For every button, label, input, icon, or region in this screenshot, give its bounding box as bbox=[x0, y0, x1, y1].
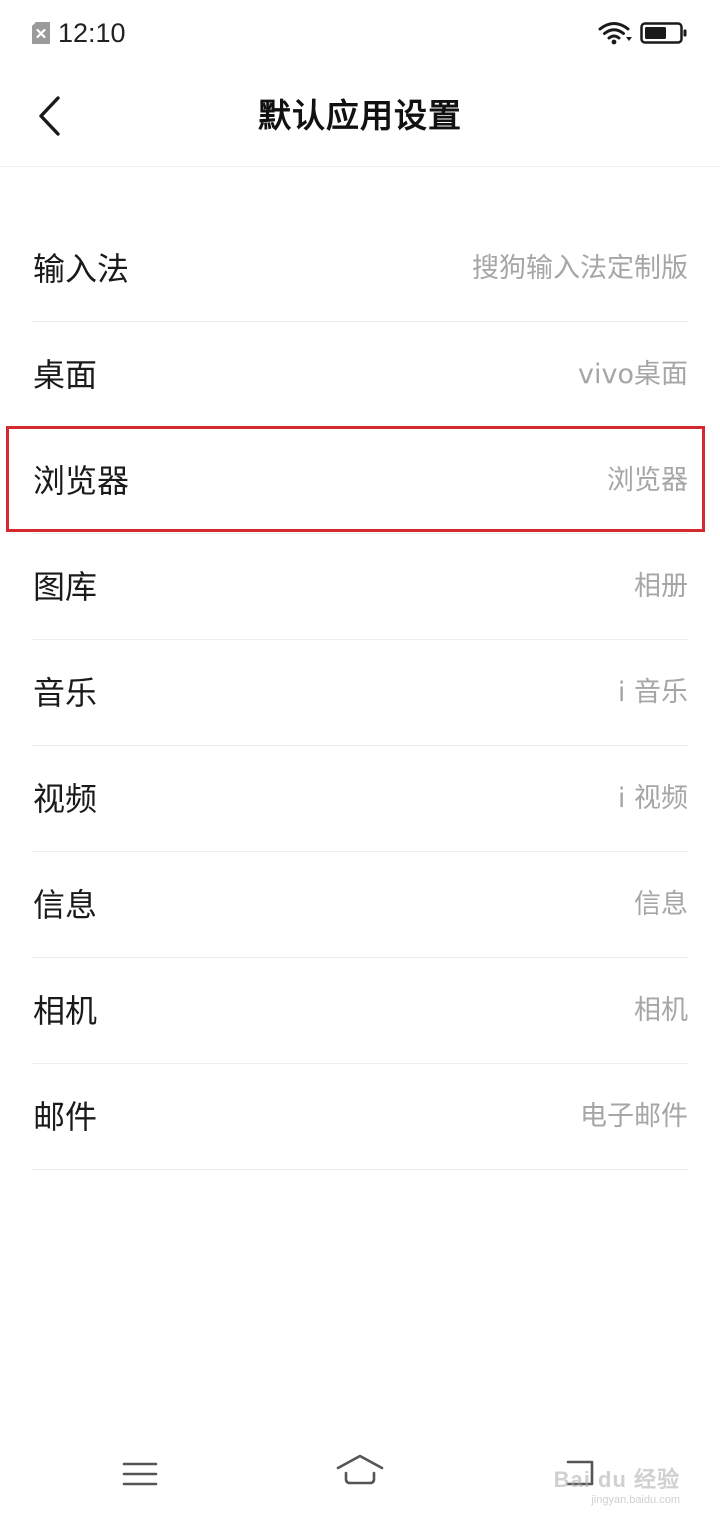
setting-row-video[interactable]: 视频 i 视频 bbox=[0, 746, 720, 852]
setting-value: 电子邮件 bbox=[580, 1101, 688, 1132]
setting-row-browser[interactable]: 浏览器 浏览器 bbox=[0, 428, 720, 534]
nav-home-button[interactable] bbox=[334, 1448, 386, 1492]
sim-card-icon bbox=[32, 22, 50, 44]
setting-row-messages[interactable]: 信息 信息 bbox=[0, 852, 720, 958]
setting-value: 搜狗输入法定制版 bbox=[472, 253, 688, 284]
setting-row-gallery[interactable]: 图库 相册 bbox=[0, 534, 720, 640]
nav-bar: Bai du 经验 jingyan.baidu.com bbox=[0, 1430, 720, 1520]
setting-label: 图库 bbox=[33, 568, 98, 606]
setting-label: 邮件 bbox=[33, 1098, 98, 1136]
setting-row-launcher[interactable]: 桌面 vivo桌面 bbox=[0, 322, 720, 428]
setting-value: i 视频 bbox=[617, 783, 688, 814]
setting-value: i 音乐 bbox=[617, 677, 688, 708]
wifi-icon bbox=[598, 22, 632, 45]
setting-row-input-method[interactable]: 输入法 搜狗输入法定制版 bbox=[0, 216, 720, 322]
setting-label: 信息 bbox=[33, 886, 98, 924]
status-bar: 12:10 bbox=[0, 0, 720, 66]
setting-label: 音乐 bbox=[33, 674, 98, 712]
setting-value: 相机 bbox=[634, 995, 688, 1026]
setting-label: 相机 bbox=[33, 992, 98, 1030]
menu-icon bbox=[122, 1462, 158, 1486]
watermark-logo: Bai du 经验 bbox=[553, 1467, 680, 1492]
setting-label: 浏览器 bbox=[33, 462, 130, 500]
setting-label: 桌面 bbox=[33, 356, 98, 394]
setting-value: 信息 bbox=[634, 889, 688, 920]
setting-row-email[interactable]: 邮件 电子邮件 bbox=[0, 1064, 720, 1170]
setting-value: vivo桌面 bbox=[578, 359, 688, 390]
setting-label: 输入法 bbox=[33, 250, 130, 288]
watermark-url: jingyan.baidu.com bbox=[591, 1494, 680, 1506]
setting-value: 相册 bbox=[634, 571, 688, 602]
setting-row-camera[interactable]: 相机 相机 bbox=[0, 958, 720, 1064]
default-apps-list: 输入法 搜狗输入法定制版 桌面 vivo桌面 浏览器 浏览器 图库 相册 音乐 … bbox=[0, 216, 720, 1170]
home-icon bbox=[336, 1454, 384, 1485]
setting-row-music[interactable]: 音乐 i 音乐 bbox=[0, 640, 720, 746]
nav-menu-button[interactable] bbox=[118, 1454, 162, 1494]
title-bar: 默认应用设置 bbox=[0, 66, 720, 167]
battery-icon bbox=[640, 22, 687, 44]
setting-value: 浏览器 bbox=[607, 465, 688, 496]
setting-label: 视频 bbox=[33, 780, 98, 818]
page-title: 默认应用设置 bbox=[258, 96, 462, 135]
status-time: 12:10 bbox=[58, 18, 126, 48]
